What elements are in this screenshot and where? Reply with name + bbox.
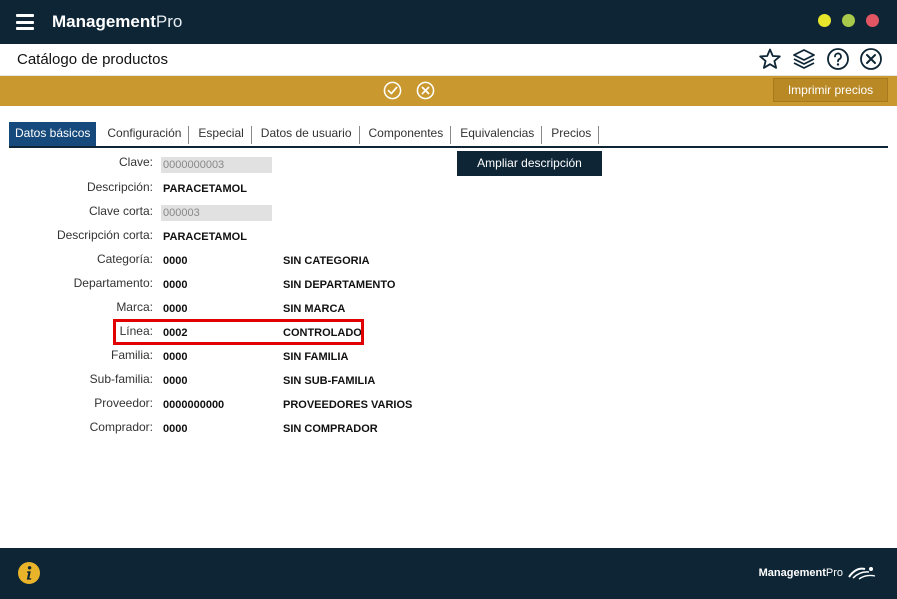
categoria-code-field[interactable]: 0000 <box>161 253 272 269</box>
subfamilia-label: Sub-familia: <box>89 372 153 386</box>
tab-datos-de-usuario[interactable]: Datos de usuario <box>256 126 360 144</box>
layers-icon[interactable] <box>791 47 817 71</box>
marca-description: SIN MARCA <box>283 303 346 315</box>
clave-corta-label: Clave corta: <box>88 204 153 218</box>
print-prices-button[interactable]: Imprimir precios <box>773 78 888 102</box>
subfamilia-code-field[interactable]: 0000 <box>161 373 272 389</box>
info-icon[interactable] <box>17 561 41 585</box>
subfamilia-description: SIN SUB-FAMILIA <box>283 375 376 387</box>
clave-corta-field: 000003 <box>161 205 272 221</box>
action-bar: Imprimir precios <box>0 76 897 106</box>
clave-label: Clave: <box>118 155 153 169</box>
descripcion-label: Descripción: <box>86 180 153 194</box>
marca-code-field[interactable]: 0000 <box>161 301 272 317</box>
descripcion-corta-label: Descripción corta: <box>56 228 153 242</box>
close-window-button[interactable] <box>866 14 879 27</box>
ampliar-descripcion-button[interactable]: Ampliar descripción <box>457 151 602 176</box>
categoria-label: Categoría: <box>96 252 153 266</box>
tab-especial[interactable]: Especial <box>193 126 252 144</box>
page-title: Catálogo de productos <box>17 51 168 68</box>
tab-configuracion[interactable]: Configuración <box>102 126 190 144</box>
tab-componentes[interactable]: Componentes <box>364 126 452 144</box>
departamento-label: Departamento: <box>73 276 153 290</box>
comprador-label: Comprador: <box>89 420 153 434</box>
tab-bar: Datos básicos Configuración Especial Dat… <box>9 122 888 148</box>
tab-precios[interactable]: Precios <box>546 126 600 144</box>
minimize-button[interactable] <box>818 14 831 27</box>
app-title: ManagementPro <box>52 12 183 31</box>
comprador-code-field[interactable]: 0000 <box>161 421 272 437</box>
familia-code-field[interactable]: 0000 <box>161 349 272 365</box>
title-bar: ManagementPro <box>0 0 897 44</box>
linea-highlight-box <box>113 319 364 345</box>
page-header: Catálogo de productos <box>0 44 897 76</box>
marca-label: Marca: <box>116 300 153 314</box>
descripcion-field[interactable]: PARACETAMOL <box>161 181 600 197</box>
proveedor-description: PROVEEDORES VARIOS <box>283 399 413 411</box>
help-icon[interactable] <box>826 47 850 71</box>
comprador-description: SIN COMPRADOR <box>283 423 378 435</box>
categoria-description: SIN CATEGORIA <box>283 255 370 267</box>
star-icon[interactable] <box>758 47 782 71</box>
proveedor-label: Proveedor: <box>94 396 153 410</box>
tab-equivalencias[interactable]: Equivalencias <box>455 126 543 144</box>
footer-logo: ManagementPro <box>759 565 877 581</box>
departamento-description: SIN DEPARTAMENTO <box>283 279 396 291</box>
check-icon[interactable] <box>383 81 402 100</box>
menu-icon[interactable] <box>16 14 34 30</box>
descripcion-corta-field[interactable]: PARACETAMOL <box>161 229 600 245</box>
window-controls <box>818 14 879 27</box>
brand-logo-icon <box>848 567 876 580</box>
tab-datos-basicos[interactable]: Datos básicos <box>9 122 97 146</box>
departamento-code-field[interactable]: 0000 <box>161 277 272 293</box>
maximize-button[interactable] <box>842 14 855 27</box>
cancel-icon[interactable] <box>416 81 435 100</box>
familia-description: SIN FAMILIA <box>283 351 349 363</box>
proveedor-code-field[interactable]: 0000000000 <box>161 397 272 413</box>
clave-field: 0000000003 <box>161 157 272 173</box>
familia-label: Familia: <box>110 348 153 362</box>
close-icon[interactable] <box>859 47 883 71</box>
footer-bar: ManagementPro <box>0 548 897 599</box>
